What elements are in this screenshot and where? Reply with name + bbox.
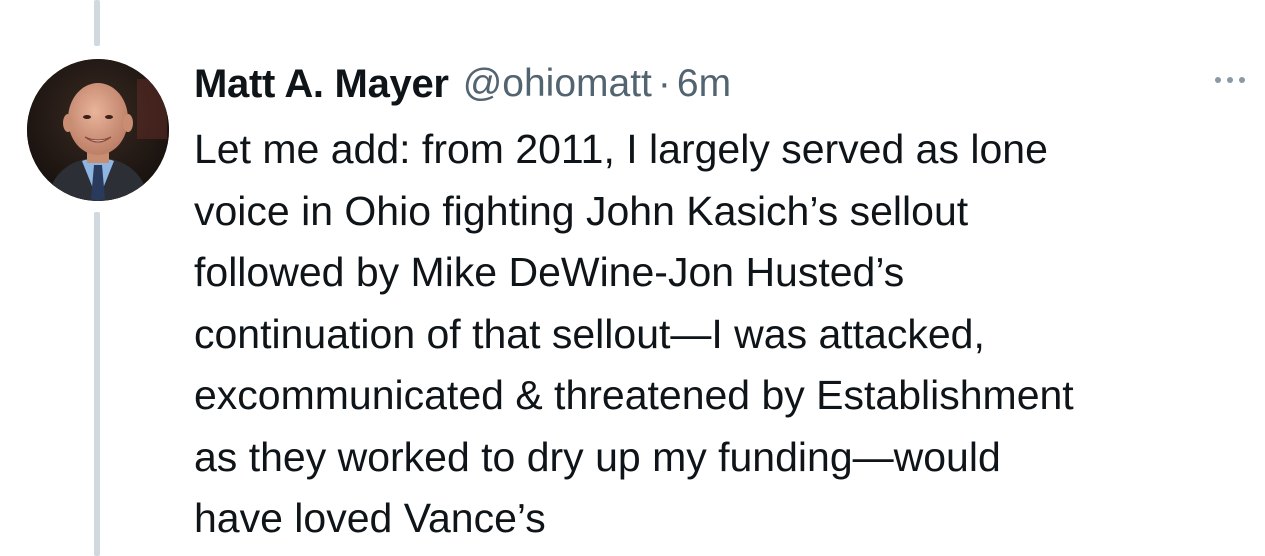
tweet-text: Let me add: from 2011, I largely served …	[194, 119, 1254, 550]
tweet-text-line: excommunicated & threatened by Establish…	[194, 372, 1074, 418]
profile-photo	[27, 59, 169, 201]
thread-connector-top	[94, 0, 100, 46]
thread-connector-bottom	[94, 212, 100, 556]
tweet-text-line: voice in Ohio fighting John Kasich’s sel…	[194, 187, 969, 234]
more-horizontal-icon-dot	[1227, 77, 1233, 83]
separator-dot: ·	[657, 62, 671, 105]
tweet-text-line: followed by Mike DeWine-Jon Husted’s	[194, 249, 905, 295]
tweet-header: Matt A. Mayer @ohiomatt · 6m	[194, 56, 731, 112]
author-name[interactable]: Matt A. Mayer	[194, 62, 449, 107]
more-horizontal-icon-dot	[1239, 77, 1245, 83]
tweet-text-line: have loved Vance’s	[194, 495, 546, 541]
more-options-button[interactable]	[1206, 64, 1254, 96]
tweet-timestamp[interactable]: 6m	[677, 62, 731, 106]
author-handle[interactable]: @ohiomatt	[463, 62, 652, 106]
avatar[interactable]	[27, 59, 169, 201]
more-horizontal-icon	[1215, 77, 1221, 83]
tweet-text-line: as they worked to dry up my funding—woul…	[194, 433, 1001, 480]
tweet-text-line: Let me add: from 2011, I largely served …	[194, 126, 1048, 172]
tweet-text-line: continuation of that sellout—I was attac…	[194, 310, 985, 357]
